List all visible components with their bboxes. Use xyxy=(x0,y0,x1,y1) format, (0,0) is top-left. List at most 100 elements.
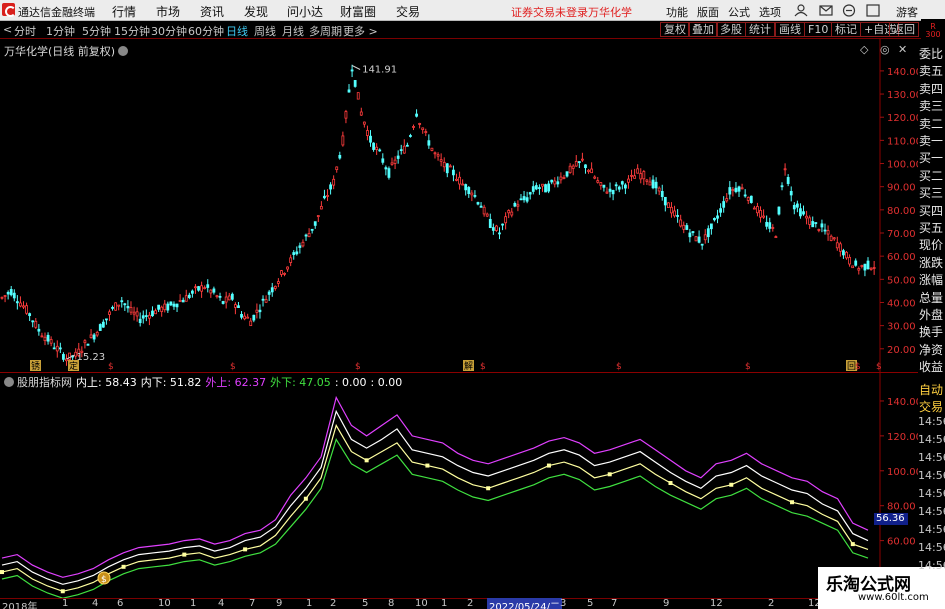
diamond-icon[interactable]: ◇ xyxy=(860,43,868,56)
event-badge-label[interactable]: 解 xyxy=(464,360,473,372)
signal-marker[interactable]: $ xyxy=(855,362,861,372)
menu-quotes[interactable]: 行情 xyxy=(112,3,136,20)
multi-stock-button[interactable]: 多股 xyxy=(716,22,746,37)
signal-marker[interactable]: $ xyxy=(745,362,751,372)
candle xyxy=(22,305,25,308)
candle xyxy=(353,80,357,87)
menu-ask[interactable]: 问小达 xyxy=(287,3,323,20)
draw-line-button[interactable]: 画线 xyxy=(775,22,805,37)
candle xyxy=(608,188,612,192)
date-tick: 4 xyxy=(92,598,99,609)
candle xyxy=(599,182,603,186)
event-badge-label[interactable]: 定 xyxy=(69,360,78,372)
y-tick-label: 70.00 xyxy=(887,229,916,240)
date-tick: 5 xyxy=(587,598,594,609)
guest-label[interactable]: 游客 xyxy=(896,4,918,20)
candle xyxy=(596,180,600,183)
adjust-button[interactable]: 复权 xyxy=(660,22,690,37)
candle xyxy=(706,228,710,238)
signal-marker[interactable]: $ xyxy=(355,362,361,372)
message-icon[interactable] xyxy=(819,4,833,17)
y-tick-label: 110.00 xyxy=(887,136,918,147)
menu-wealth[interactable]: 财富圈 xyxy=(340,3,376,20)
indicator-chart-svg[interactable]: 40.0060.0080.00100.00120.00140.00$ xyxy=(0,373,918,598)
period-60min[interactable]: 60分钟 xyxy=(188,23,224,39)
period-toolbar: < 分时 1分钟 5分钟 15分钟 30分钟 60分钟 日线 周线 月线 多周期… xyxy=(0,21,945,39)
candle xyxy=(323,195,326,199)
period-more[interactable]: 更多 > xyxy=(343,23,378,39)
menu-options[interactable]: 选项 xyxy=(759,4,781,20)
candle xyxy=(169,301,173,306)
period-daily[interactable]: 日线 xyxy=(226,23,248,39)
user-icon[interactable] xyxy=(794,4,808,17)
indicator-point xyxy=(182,552,187,557)
main-price-chart[interactable]: 20.00 30.00 40.00 50.00 60.00 70.00 80.00 90.00… xyxy=(0,39,918,373)
period-intraday[interactable]: 分时 xyxy=(14,23,36,39)
side-sub-item-1[interactable]: 交易 xyxy=(919,400,945,414)
candle xyxy=(267,291,271,295)
side-item-1: 卖五 xyxy=(919,64,944,79)
price-chart-svg[interactable]: 20.00 30.00 40.00 50.00 60.00 70.00 80.00 90.00… xyxy=(0,39,918,373)
signal-marker[interactable]: $ xyxy=(230,362,236,372)
signal-marker[interactable]: $ xyxy=(108,362,114,372)
indicator-point xyxy=(60,589,65,594)
indicator-y-tick-label: 140.00 xyxy=(887,397,918,408)
candle xyxy=(808,217,812,225)
stats-button[interactable]: 统计 xyxy=(745,22,775,37)
toolbar-left-arrow[interactable]: < xyxy=(3,23,12,36)
period-1min[interactable]: 1分钟 xyxy=(46,23,75,39)
help-icon[interactable] xyxy=(842,4,856,17)
period-monthly[interactable]: 月线 xyxy=(282,23,304,39)
period-weekly[interactable]: 周线 xyxy=(254,23,276,39)
legend-inner-upper: 内上: 58.43 xyxy=(76,376,137,389)
indicator-y-tick-label: 60.00 xyxy=(887,537,916,548)
signal-marker[interactable]: $ xyxy=(616,362,622,372)
candle xyxy=(344,111,348,119)
menu-function[interactable]: 功能 xyxy=(666,4,688,20)
indicator-name[interactable]: 股朋指标网 xyxy=(17,376,72,389)
period-multi[interactable]: 多周期 xyxy=(309,23,342,39)
overlay-button[interactable]: 叠加 xyxy=(688,22,718,37)
candle xyxy=(338,154,342,159)
window-icon[interactable] xyxy=(866,4,880,17)
menu-formula[interactable]: 公式 xyxy=(728,4,750,20)
side-sub-item-0[interactable]: 自动 xyxy=(919,383,945,397)
app-title: 通达信金融终端 xyxy=(18,6,95,19)
candle xyxy=(359,111,363,116)
candle xyxy=(405,144,409,147)
period-5min[interactable]: 5分钟 xyxy=(82,23,111,39)
candle xyxy=(516,204,520,207)
menu-discover[interactable]: 发现 xyxy=(244,3,268,20)
settings-icon[interactable] xyxy=(118,46,129,56)
candle xyxy=(756,206,759,214)
indicator-settings-icon[interactable] xyxy=(4,377,14,387)
event-badge-label[interactable]: 锈 xyxy=(31,360,40,372)
signal-marker[interactable]: $ xyxy=(480,362,486,372)
candle xyxy=(617,186,621,190)
date-tick: 7 xyxy=(249,598,256,609)
candle xyxy=(642,171,646,180)
period-15min[interactable]: 15分钟 xyxy=(114,23,150,39)
indicator-point xyxy=(607,472,612,477)
candle xyxy=(218,295,222,298)
period-30min[interactable]: 30分钟 xyxy=(151,23,187,39)
back-button[interactable]: 返回 xyxy=(889,22,919,37)
menu-market[interactable]: 市场 xyxy=(156,3,180,20)
indicator-point xyxy=(546,463,551,468)
candle xyxy=(544,184,547,193)
time-label: 14:56 xyxy=(918,505,945,518)
menu-news[interactable]: 资讯 xyxy=(200,3,224,20)
candle xyxy=(734,187,738,193)
menu-layout[interactable]: 版面 xyxy=(697,4,719,20)
mark-button[interactable]: 标记 xyxy=(831,22,861,37)
candle xyxy=(15,301,19,304)
f10-button[interactable]: F10 xyxy=(804,22,833,37)
chart-control-icon[interactable]: ◎ xyxy=(880,43,890,56)
indicator-chart[interactable]: 40.0060.0080.00100.00120.00140.00$ 股朋指标网… xyxy=(0,373,918,598)
menu-trade[interactable]: 交易 xyxy=(396,3,420,20)
close-icon[interactable]: ✕ xyxy=(898,43,907,56)
login-status[interactable]: 证券交易未登录 xyxy=(511,4,588,20)
candle xyxy=(584,164,587,169)
side-item-18: 收益 xyxy=(919,360,944,375)
signal-marker[interactable]: $ xyxy=(876,362,882,372)
